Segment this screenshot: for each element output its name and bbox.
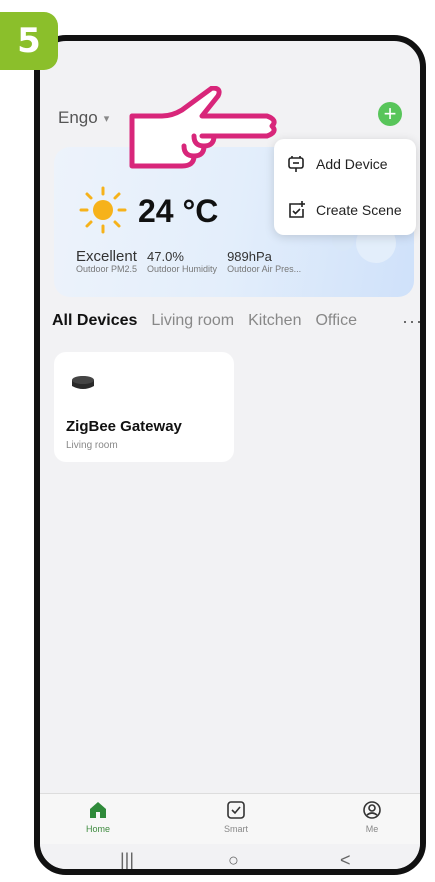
system-home-icon[interactable]: ○ [228, 850, 239, 869]
pointing-hand-icon [129, 86, 277, 169]
device-name: ZigBee Gateway [66, 418, 182, 435]
add-button[interactable]: + [378, 102, 402, 126]
back-icon[interactable]: < [340, 850, 351, 869]
tab-office[interactable]: Office [315, 312, 357, 330]
caret-down-icon: ▾ [103, 112, 110, 125]
profile-icon [363, 801, 381, 819]
room-tabs: All Devices Living room Kitchen Office ·… [52, 311, 420, 332]
tab-living-room[interactable]: Living room [151, 312, 234, 330]
menu-item-create-scene[interactable]: Create Scene [286, 195, 402, 225]
stat-air-pressure: 989hPa Outdoor Air Pres... [227, 249, 302, 274]
home-selector[interactable]: Engo ▾ [58, 108, 109, 128]
stat-humidity: 47.0% Outdoor Humidity [147, 249, 218, 274]
home-name-label: Engo [58, 108, 98, 127]
create-scene-icon [289, 201, 305, 218]
device-room: Living room [66, 440, 118, 451]
add-menu-popup: Add Device Create Scene [274, 139, 416, 235]
temperature: 24 °C [138, 193, 219, 229]
nav-me[interactable]: Me [342, 800, 402, 834]
menu-item-add-device[interactable]: Add Device [286, 149, 388, 179]
weather-stats: Excellent Outdoor PM2.5 47.0% Outdoor Hu… [76, 249, 301, 275]
system-nav-bar: ||| ○ < [40, 844, 420, 869]
tab-kitchen[interactable]: Kitchen [248, 312, 301, 330]
sun-icon [79, 186, 127, 234]
nav-home[interactable]: Home [68, 800, 128, 834]
smart-icon [227, 801, 245, 819]
home-icon [90, 802, 106, 818]
gateway-device-icon [72, 376, 94, 389]
bottom-nav: Home Smart Me [40, 793, 420, 844]
add-device-icon [288, 156, 304, 172]
tab-all-devices[interactable]: All Devices [52, 312, 137, 330]
more-tabs-icon[interactable]: ··· [402, 311, 420, 332]
recent-apps-icon[interactable]: ||| [120, 850, 134, 869]
nav-smart[interactable]: Smart [206, 800, 266, 834]
stat-pm25: Excellent Outdoor PM2.5 [76, 248, 138, 274]
device-card[interactable]: ZigBee Gateway Living room [54, 352, 234, 462]
step-badge: 5 [0, 12, 58, 70]
